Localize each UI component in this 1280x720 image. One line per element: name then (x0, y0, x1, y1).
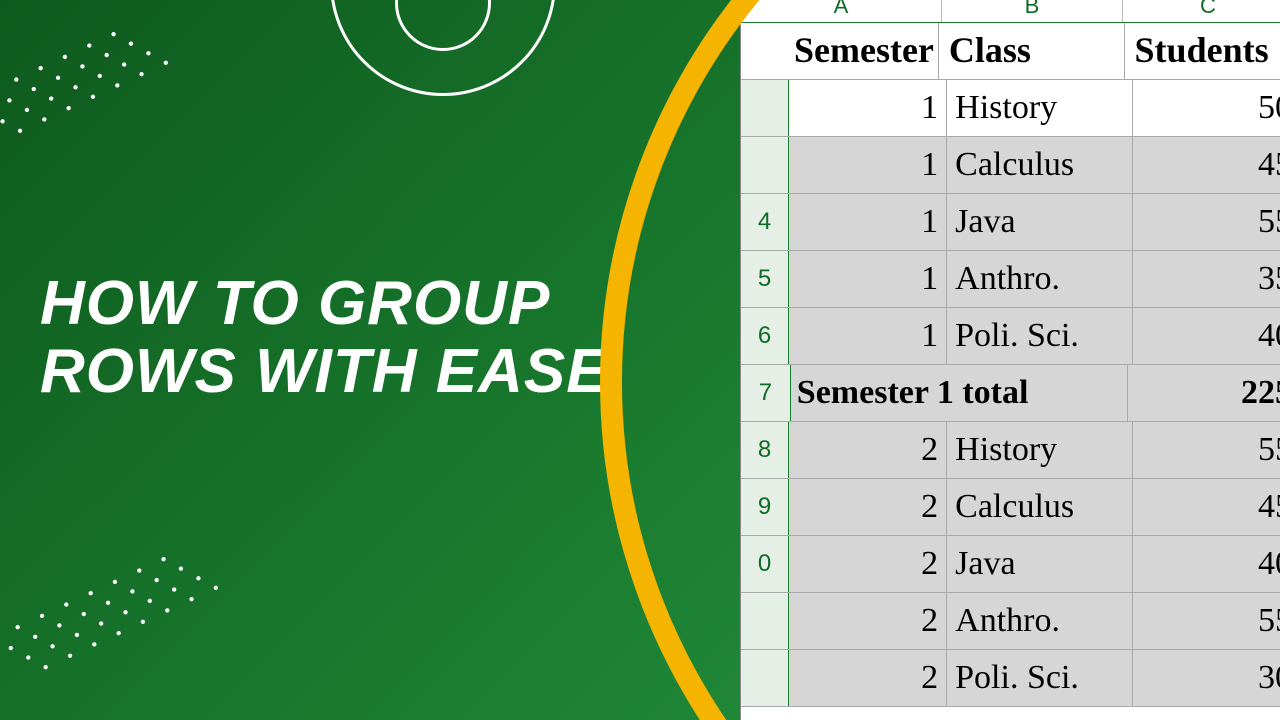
headline-line-1: How to Group (40, 270, 609, 338)
dot-cluster-bottom-icon: ● ● ● ● ● ● ● ● ● ● ● ● ● ● ● ● ● ● ● ● … (0, 533, 230, 692)
headline: How to Group Rows with Ease (40, 270, 609, 406)
headline-line-2: Rows with Ease (40, 338, 609, 406)
dot-cluster-top-icon: ● ● ● ● ● ● ● ● ● ● ● ● ● ● ● ● ● ● ● ● … (0, 8, 180, 167)
yellow-arc-icon (600, 0, 1280, 720)
thumbnail-stage: ● ● ● ● ● ● ● ● ● ● ● ● ● ● ● ● ● ● ● ● … (0, 0, 1280, 720)
